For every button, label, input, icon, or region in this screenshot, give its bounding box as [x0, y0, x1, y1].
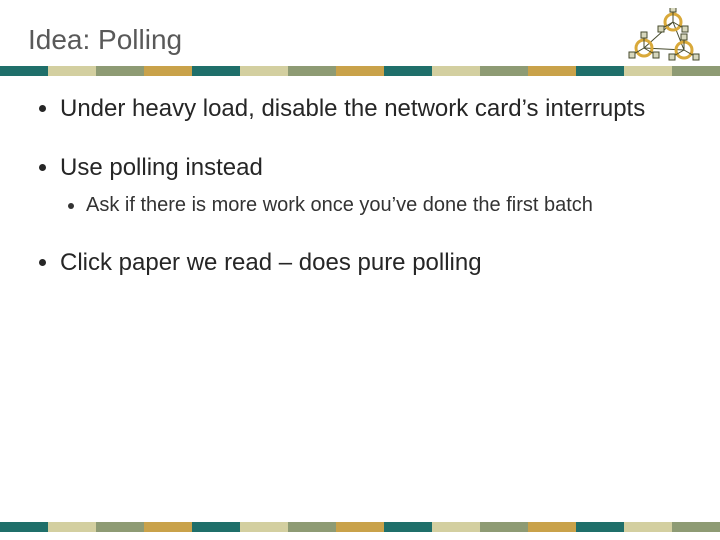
stripe-segment — [576, 66, 624, 76]
stripe-segment — [336, 522, 384, 532]
stripe-segment — [672, 66, 720, 76]
accent-stripe-top — [0, 66, 720, 76]
stripe-segment — [144, 66, 192, 76]
stripe-segment — [576, 522, 624, 532]
stripe-segment — [96, 66, 144, 76]
stripe-segment — [240, 66, 288, 76]
stripe-segment — [0, 66, 48, 76]
stripe-segment — [528, 66, 576, 76]
bullet-item: Click paper we read – does pure polling — [60, 248, 680, 277]
stripe-segment — [624, 66, 672, 76]
stripe-segment — [480, 522, 528, 532]
stripe-segment — [96, 522, 144, 532]
slide: Idea: Polling Under heavy load, disable … — [0, 0, 720, 540]
stripe-segment — [528, 522, 576, 532]
stripe-segment — [432, 522, 480, 532]
stripe-segment — [336, 66, 384, 76]
sub-bullet-list: Ask if there is more work once you’ve do… — [60, 193, 680, 218]
stripe-segment — [288, 522, 336, 532]
stripe-segment — [432, 66, 480, 76]
stripe-segment — [288, 66, 336, 76]
bullet-item: Under heavy load, disable the network ca… — [60, 94, 680, 123]
stripe-segment — [384, 522, 432, 532]
bullet-item: Use polling instead Ask if there is more… — [60, 153, 680, 217]
stripe-segment — [480, 66, 528, 76]
stripe-segment — [192, 522, 240, 532]
accent-stripe-bottom — [0, 522, 720, 532]
sub-bullet-item: Ask if there is more work once you’ve do… — [86, 193, 680, 218]
stripe-segment — [672, 522, 720, 532]
stripe-segment — [624, 522, 672, 532]
stripe-segment — [144, 522, 192, 532]
stripe-segment — [0, 522, 48, 532]
stripe-segment — [240, 522, 288, 532]
slide-body: Under heavy load, disable the network ca… — [0, 76, 720, 277]
network-cluster-icon — [618, 8, 706, 66]
stripe-segment — [48, 522, 96, 532]
bullet-text: Use polling instead — [60, 154, 263, 181]
title-area: Idea: Polling — [0, 0, 720, 60]
bullet-list: Under heavy load, disable the network ca… — [38, 94, 680, 277]
stripe-segment — [384, 66, 432, 76]
stripe-segment — [48, 66, 96, 76]
stripe-segment — [192, 66, 240, 76]
slide-title: Idea: Polling — [28, 24, 720, 56]
